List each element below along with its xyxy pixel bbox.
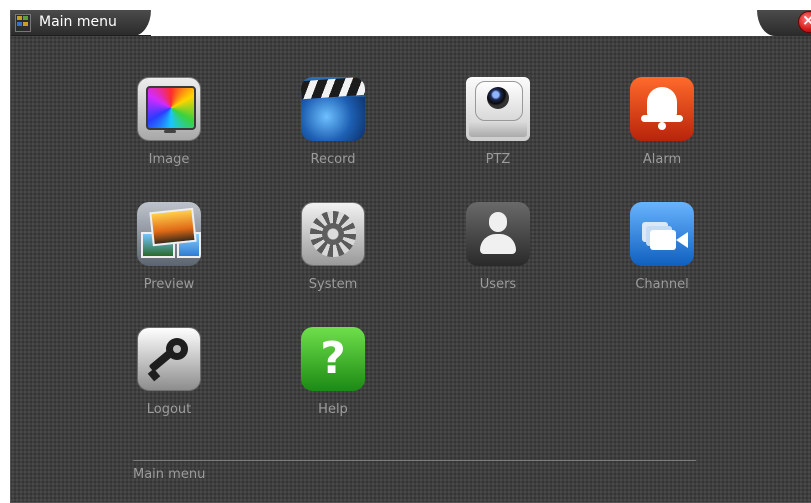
menu-item-preview[interactable]: Preview xyxy=(115,202,223,306)
main-menu-window: Main menu × Image Record PTZ Alarm xyxy=(10,10,811,503)
app-icon xyxy=(15,14,31,32)
record-clapperboard-icon xyxy=(301,77,365,141)
users-person-icon xyxy=(466,202,530,266)
menu-item-record[interactable]: Record xyxy=(279,77,387,181)
title-bar: Main menu × xyxy=(11,10,811,36)
status-divider xyxy=(133,460,696,461)
channel-cameras-icon xyxy=(630,202,694,266)
menu-item-label: Preview xyxy=(143,277,195,292)
menu-item-ptz[interactable]: PTZ xyxy=(444,77,552,181)
system-gear-icon xyxy=(301,202,365,266)
menu-item-label: Users xyxy=(479,277,517,292)
menu-item-label: Help xyxy=(318,402,348,417)
menu-item-image[interactable]: Image xyxy=(115,77,223,181)
status-text: Main menu xyxy=(133,467,206,482)
menu-item-channel[interactable]: Channel xyxy=(608,202,716,306)
ptz-camera-icon xyxy=(466,77,530,141)
menu-item-label: System xyxy=(308,277,358,292)
logout-key-icon xyxy=(137,327,201,391)
close-icon[interactable]: × xyxy=(798,11,811,33)
menu-item-logout[interactable]: Logout xyxy=(115,327,223,431)
menu-item-system[interactable]: System xyxy=(279,202,387,306)
title-tab: Main menu xyxy=(11,10,151,36)
menu-item-label: Logout xyxy=(146,402,192,417)
menu-item-label: PTZ xyxy=(485,152,511,167)
window-title: Main menu xyxy=(39,14,117,30)
menu-item-label: Image xyxy=(148,152,190,167)
menu-item-alarm[interactable]: Alarm xyxy=(608,77,716,181)
title-right-tab: × xyxy=(757,10,811,36)
menu-item-label: Alarm xyxy=(642,152,682,167)
alarm-bell-icon xyxy=(630,77,694,141)
menu-item-help[interactable]: ? Help xyxy=(279,327,387,431)
menu-item-users[interactable]: Users xyxy=(444,202,552,306)
menu-item-label: Channel xyxy=(635,277,689,292)
image-icon xyxy=(137,77,201,141)
menu-item-label: Record xyxy=(310,152,356,167)
preview-photos-icon xyxy=(137,202,201,266)
help-glyph: ? xyxy=(320,333,346,384)
help-question-icon: ? xyxy=(301,327,365,391)
